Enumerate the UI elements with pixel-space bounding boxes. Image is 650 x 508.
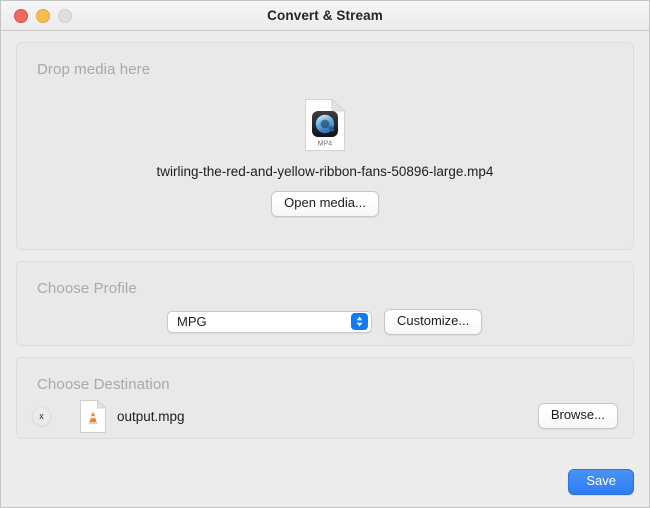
chevron-up-down-icon[interactable] [351,313,368,331]
browse-button[interactable]: Browse... [537,403,618,429]
zoom-button-icon [58,8,72,23]
vlc-cone-document-icon [80,399,106,433]
open-media-button-wrap: Open media... [271,191,379,217]
drop-media-content: MP4 twirling-the-red-and-yellow-ribbon-f… [17,99,633,217]
quicktime-document-icon: MP4 [305,99,345,151]
profile-controls-row: MPG Customize... [167,309,483,335]
destination-row: x output.mpg Browse... [17,399,633,433]
destination-filename: output.mpg [117,408,185,424]
drop-media-section-title: Drop media here [37,61,151,78]
profile-select[interactable]: MPG [167,310,372,333]
window-titlebar: Convert & Stream [1,1,649,31]
traffic-lights [14,1,72,30]
customize-button[interactable]: Customize... [384,309,483,335]
choose-profile-section-title: Choose Profile [37,280,137,297]
window-title: Convert & Stream [267,8,383,23]
choose-destination-groupbox: Choose Destination x output.mpg Browse..… [16,357,634,439]
dialog-footer: Save [568,469,634,495]
choose-destination-section-title: Choose Destination [37,376,170,393]
svg-text:MP4: MP4 [318,141,333,148]
open-media-button[interactable]: Open media... [271,191,379,217]
drop-media-groupbox[interactable]: Drop media here MP4 twirling-the-red-and… [16,42,634,250]
close-button-icon[interactable] [14,8,28,23]
convert-and-stream-window: Convert & Stream Drop media here MP4 twi… [0,0,650,508]
save-button[interactable]: Save [568,469,634,495]
browse-button-wrap: Browse... [537,403,618,429]
window-content: Drop media here MP4 twirling-the-red-and… [1,31,649,507]
remove-destination-icon[interactable]: x [32,406,51,426]
profile-selected-value: MPG [177,314,207,330]
choose-profile-groupbox: Choose Profile MPG Customize... [16,261,634,346]
media-filename: twirling-the-red-and-yellow-ribbon-fans-… [156,164,494,179]
minimize-button-icon[interactable] [36,8,50,23]
